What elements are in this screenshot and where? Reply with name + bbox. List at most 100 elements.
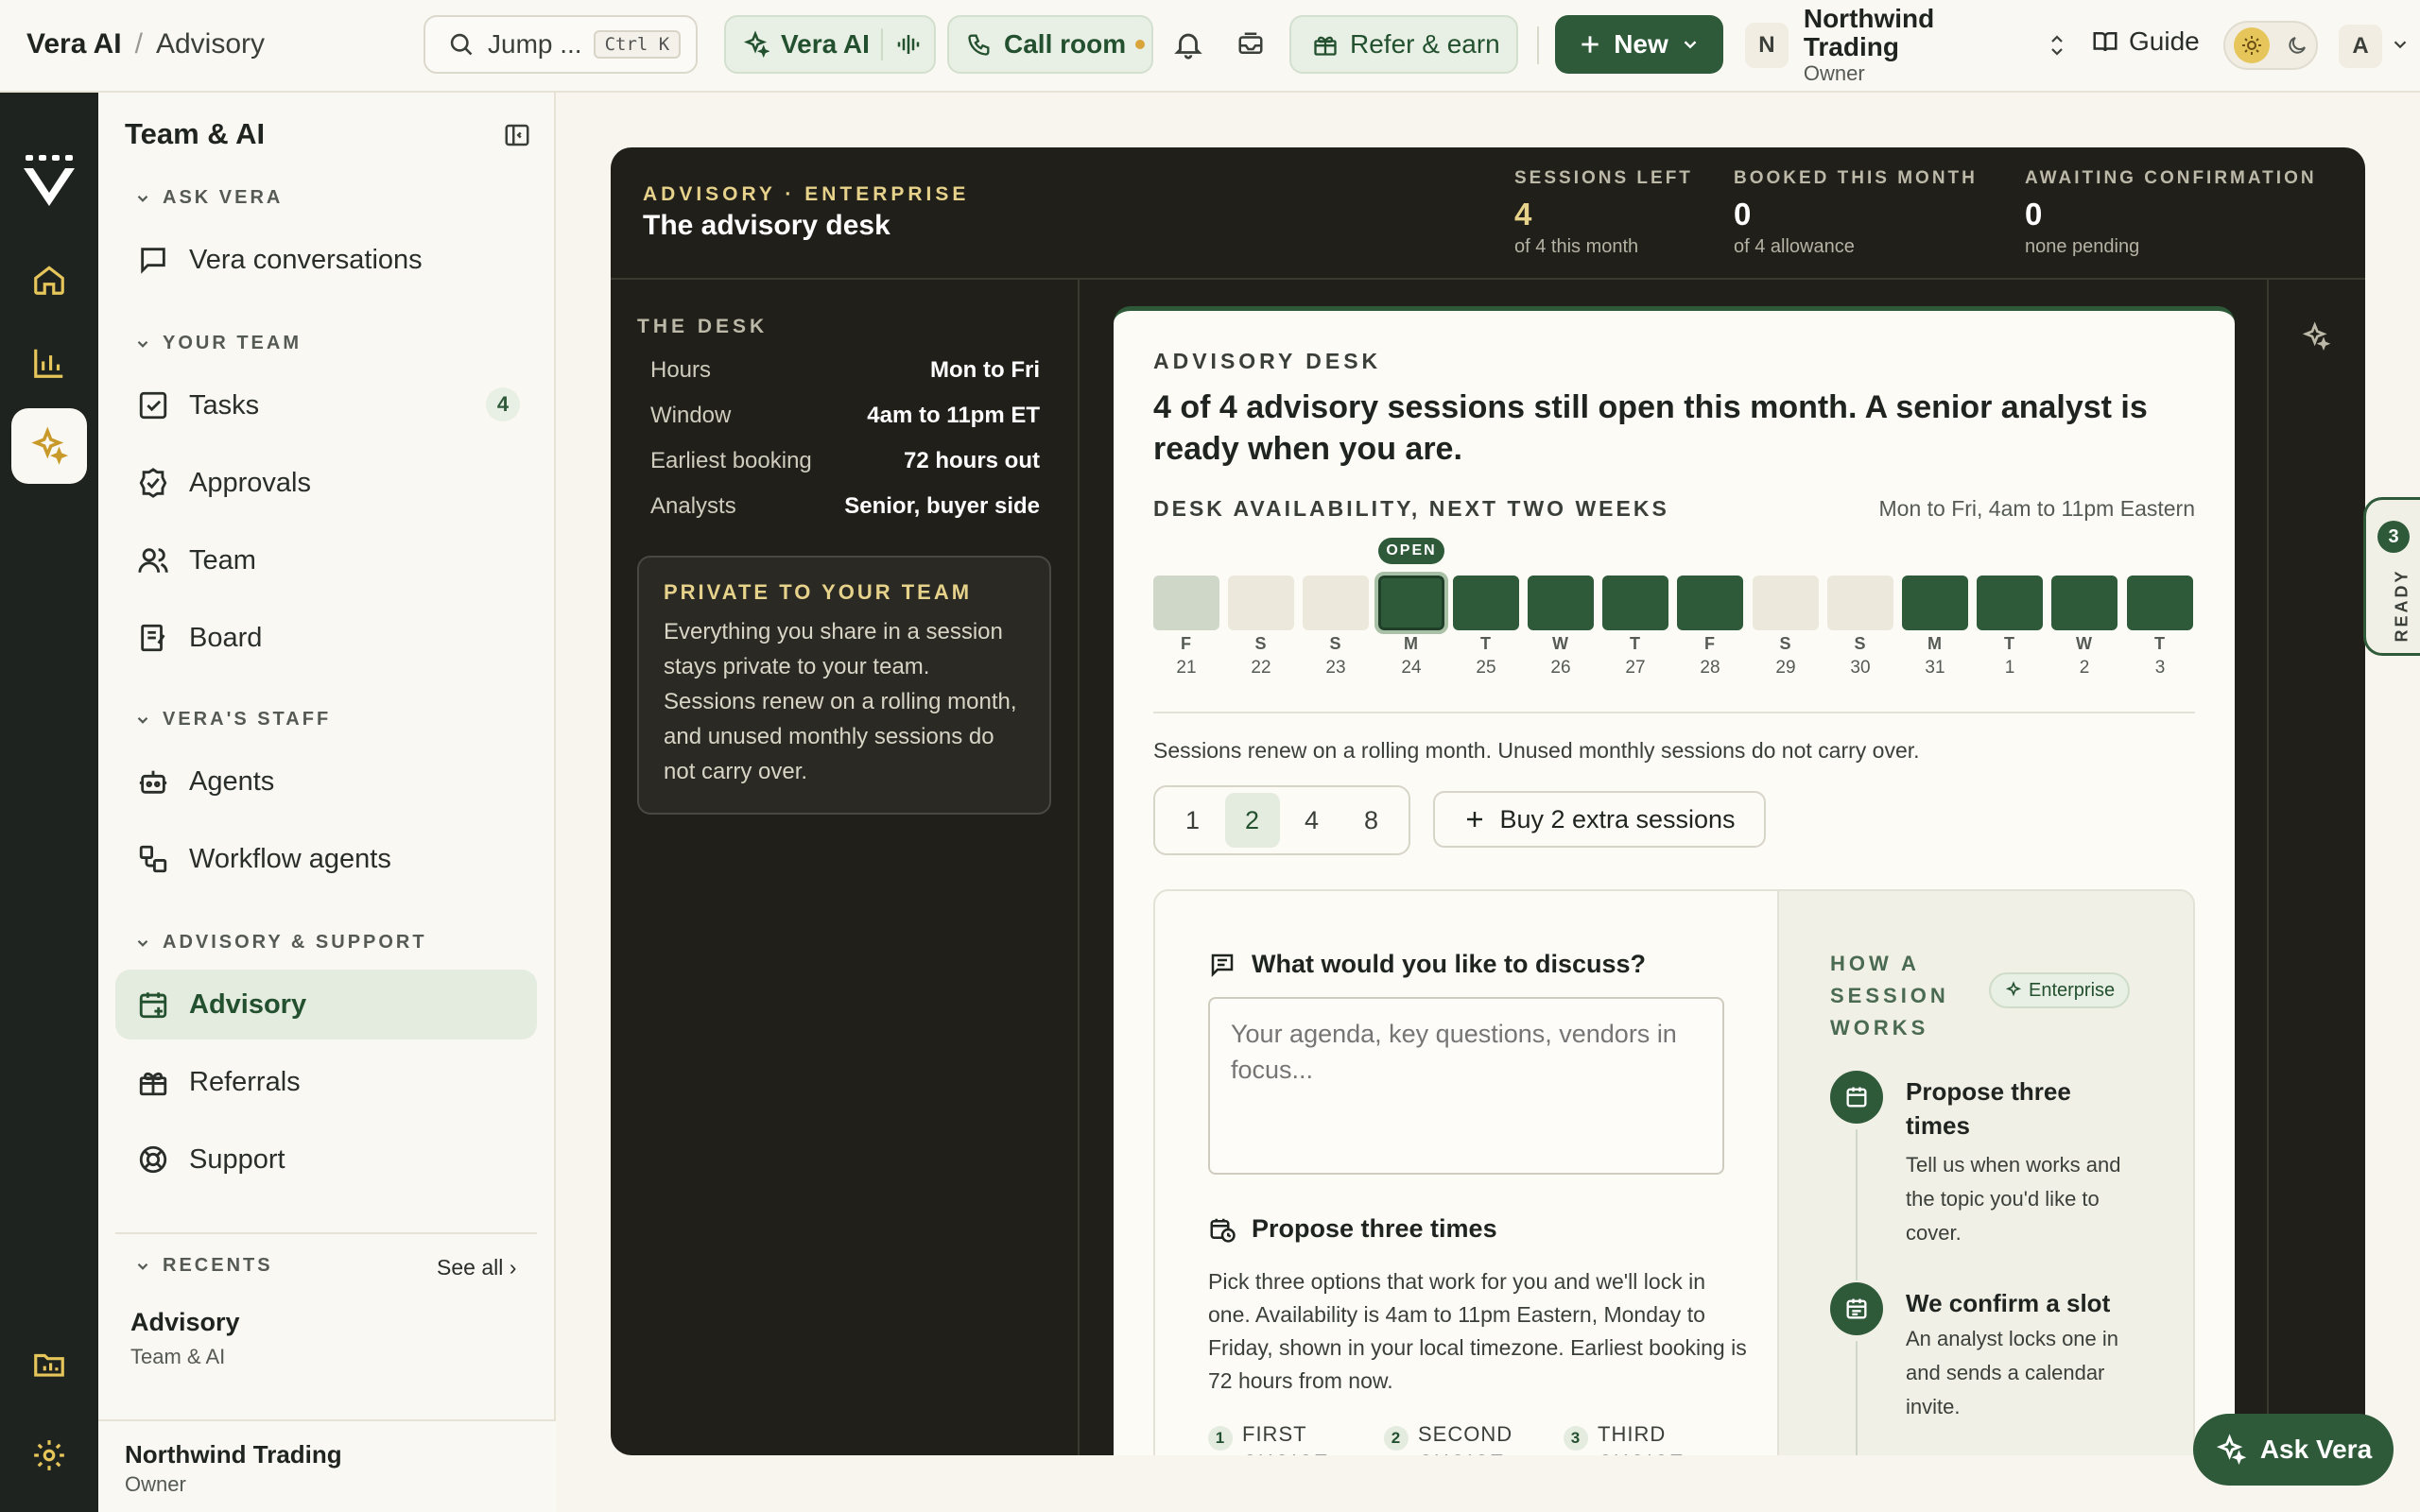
day-cell <box>2127 576 2193 630</box>
propose-heading-text: Propose three times <box>1252 1214 1497 1243</box>
calendar-check-icon <box>1830 1282 1883 1335</box>
availability-day: S 22 <box>1228 576 1294 679</box>
see-all-link[interactable]: See all › <box>437 1255 516 1280</box>
availability-strip: F 21 S 22 S 23 OPEN M 24 T 25 W 26 T 27 F 28 S 29 S 30 M 31 T 1 W… <box>1153 538 2195 698</box>
chevron-down-icon[interactable] <box>2390 34 2411 55</box>
refer-earn-label: Refer & earn <box>1350 29 1500 59</box>
availability-day[interactable]: W2 <box>2051 576 2118 679</box>
quantity-option[interactable]: 1 <box>1166 793 1220 848</box>
day-cell <box>1453 576 1519 630</box>
team-ai-icon[interactable] <box>11 408 87 484</box>
sidebar-item-team[interactable]: Team <box>115 525 537 595</box>
sparkle-icon <box>2215 1434 2247 1466</box>
enterprise-badge-text: Enterprise <box>2029 979 2116 1001</box>
ready-label: READY <box>2392 568 2411 643</box>
day-cell <box>1827 576 1893 630</box>
sidebar-item-board[interactable]: Board <box>115 603 537 673</box>
availability-day[interactable]: W 26 <box>1528 576 1594 679</box>
ready-tab[interactable]: 3 READY <box>2363 497 2420 656</box>
day-number: 31 <box>1925 658 1945 678</box>
availability-day[interactable]: T 27 <box>1602 576 1668 679</box>
bell-icon[interactable] <box>1172 28 1204 60</box>
section-label: ASK VERA <box>163 187 284 208</box>
section-ask-vera[interactable]: ASK VERA <box>134 187 283 209</box>
org-switcher[interactable]: N Northwind Trading Owner <box>1745 5 2066 85</box>
availability-day: S 29 <box>1753 576 1819 679</box>
day-number: 28 <box>1700 658 1720 678</box>
chevron-down-icon <box>137 195 148 202</box>
availability-day[interactable]: OPEN M 24 <box>1374 538 1448 679</box>
section-advisory-support[interactable]: ADVISORY & SUPPORT <box>134 932 427 954</box>
session-quantity-selector[interactable]: 1248 <box>1153 785 1410 855</box>
agenda-textarea[interactable] <box>1208 997 1724 1175</box>
sidebar-item-tasks[interactable]: Tasks 4 <box>115 370 537 440</box>
gear-icon[interactable] <box>0 1427 98 1484</box>
choice-number: 1 <box>1208 1426 1233 1451</box>
moon-icon[interactable] <box>2286 34 2308 57</box>
availability-day[interactable]: T 25 <box>1453 576 1519 679</box>
sidebar-item-conversations[interactable]: Vera conversations <box>115 225 537 295</box>
availability-hours: Mon to Fri, 4am to 11pm Eastern <box>1878 496 2196 521</box>
card-title: 4 of 4 advisory sessions still open this… <box>1153 389 2148 467</box>
availability-day[interactable]: T3 <box>2127 576 2193 679</box>
vera-logo[interactable] <box>0 144 98 219</box>
buy-extra-sessions-button[interactable]: Buy 2 extra sessions <box>1433 791 1766 848</box>
day-letter: F <box>1181 634 1192 653</box>
quantity-option[interactable]: 8 <box>1344 793 1399 848</box>
refer-earn-button[interactable]: Refer & earn <box>1289 15 1518 74</box>
theme-toggle[interactable] <box>2223 21 2318 70</box>
choice-number: 2 <box>1384 1426 1409 1451</box>
vera-ai-button[interactable]: Vera AI <box>724 15 936 74</box>
second-choice[interactable]: 2 SECOND CHOICE <box>1384 1420 1531 1455</box>
chevron-down-icon <box>137 340 148 348</box>
first-choice[interactable]: 1 FIRST CHOICE <box>1208 1420 1356 1455</box>
third-choice[interactable]: 3 THIRD CHOICE <box>1564 1420 1711 1455</box>
new-button[interactable]: New <box>1555 15 1723 74</box>
sidebar-collapse-icon[interactable] <box>503 121 531 149</box>
availability-day[interactable]: T1 <box>1977 576 2043 679</box>
analytics-icon[interactable] <box>0 335 98 391</box>
propose-heading: Propose three times <box>1208 1214 1497 1244</box>
call-room-status-dot <box>1135 40 1146 49</box>
call-room-button[interactable]: Call room <box>947 15 1153 74</box>
folder-chart-icon[interactable] <box>0 1336 98 1393</box>
discuss-heading-text: What would you like to discuss? <box>1252 950 1647 978</box>
guide-button[interactable]: Guide <box>2091 26 2200 57</box>
availability-day[interactable]: F 28 <box>1677 576 1743 679</box>
section-recents[interactable]: RECENTS <box>134 1255 273 1277</box>
search-icon <box>448 31 475 58</box>
booking-form: What would you like to discuss? Propose … <box>1153 889 2195 1455</box>
sidebar-item-label: Support <box>189 1143 285 1175</box>
sidebar-item-workflow-agents[interactable]: Workflow agents <box>115 824 537 894</box>
search-button[interactable]: Jump ... Ctrl K <box>424 15 698 74</box>
day-cell <box>1977 576 2043 630</box>
inbox-icon[interactable] <box>1236 30 1265 59</box>
quantity-option[interactable]: 2 <box>1224 793 1280 848</box>
ask-vera-button[interactable]: Ask Vera <box>2193 1414 2394 1486</box>
quantity-option[interactable]: 4 <box>1285 793 1340 848</box>
section-veras-staff[interactable]: VERA'S STAFF <box>134 709 331 730</box>
user-avatar[interactable]: A <box>2339 25 2382 68</box>
sidebar-item-support[interactable]: Support <box>115 1125 537 1194</box>
header-divider <box>611 278 2365 280</box>
brand-name[interactable]: Vera AI <box>26 28 122 60</box>
voice-wave-icon[interactable] <box>894 30 923 59</box>
sidebar-footer[interactable]: Northwind Trading Owner <box>98 1419 556 1512</box>
sidebar-item-label: Tasks <box>189 389 260 421</box>
day-cell <box>1528 576 1594 630</box>
sidebar-item-advisory[interactable]: Advisory <box>115 970 537 1040</box>
sun-icon[interactable] <box>2233 27 2270 63</box>
sidebar-item-referrals[interactable]: Referrals <box>115 1047 537 1117</box>
sidebar-item-approvals[interactable]: Approvals <box>115 448 537 518</box>
home-icon[interactable] <box>0 251 98 308</box>
day-cell <box>1303 576 1369 630</box>
availability-day[interactable]: M 31 <box>1902 576 1968 679</box>
section-your-team[interactable]: YOUR TEAM <box>134 333 302 354</box>
recent-item[interactable]: Advisory Team & AI <box>130 1308 240 1369</box>
sidebar-item-agents[interactable]: Agents <box>115 747 537 816</box>
stat-label: AWAITING CONFIRMATION <box>2025 168 2317 188</box>
guide-label: Guide <box>2129 26 2200 56</box>
panel-divider <box>1078 280 1080 1455</box>
advisory-card: ADVISORY DESK 4 of 4 advisory sessions s… <box>1114 306 2235 1455</box>
sparkle-icon[interactable] <box>2301 321 2331 352</box>
